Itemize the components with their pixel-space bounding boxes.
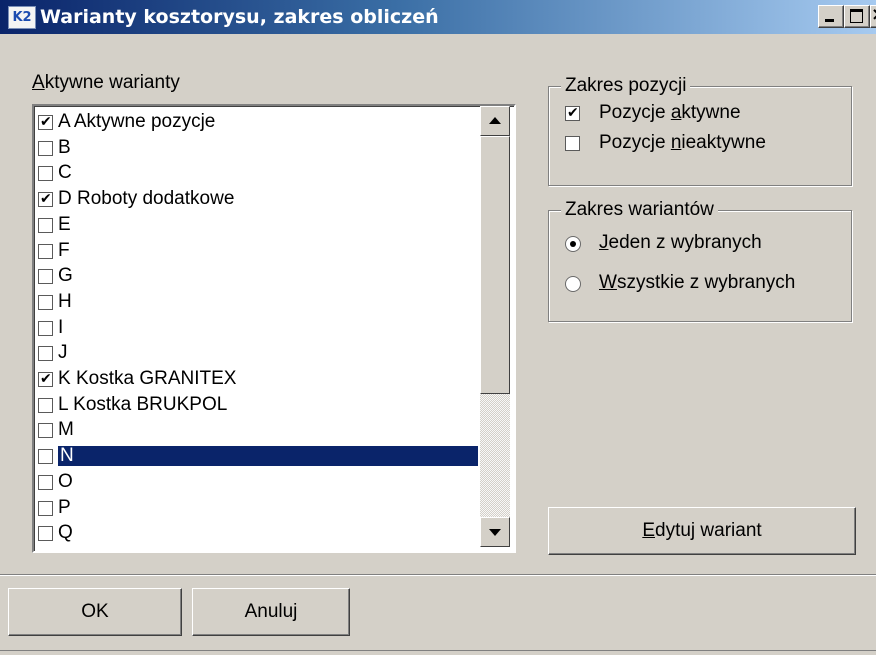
checkbox-box[interactable] bbox=[38, 397, 53, 413]
list-item-label: K Kostka GRANITEX bbox=[58, 368, 237, 389]
list-item[interactable]: N bbox=[38, 445, 479, 468]
list-item[interactable]: J bbox=[38, 343, 476, 363]
checkbox-box[interactable]: ✔ bbox=[38, 371, 53, 387]
arrow-up-icon bbox=[489, 117, 501, 124]
scroll-up-button[interactable] bbox=[480, 106, 510, 136]
list-item-label: E bbox=[58, 213, 71, 235]
checkbox-box[interactable]: ✔ bbox=[38, 114, 53, 130]
list-item-label: A Aktywne pozycje bbox=[58, 111, 216, 132]
variants-checklist[interactable]: ✔ A Aktywne pozycje B C ✔ D Roboty dodatkowe E… bbox=[32, 104, 516, 553]
checkbox-box[interactable] bbox=[38, 294, 53, 310]
list-item[interactable]: L Kostka BRUKPOL bbox=[38, 393, 476, 415]
list-item-label: N bbox=[57, 445, 479, 468]
edit-variant-button[interactable]: Edytuj wariant bbox=[548, 507, 856, 555]
checkbox-box[interactable] bbox=[38, 269, 53, 285]
scroll-down-button[interactable] bbox=[480, 517, 510, 547]
checkbox-box[interactable] bbox=[38, 526, 53, 542]
checkbox-box[interactable]: ✔ bbox=[565, 105, 580, 121]
list-item[interactable]: ✔ A Aktywne pozycje bbox=[38, 112, 476, 132]
list-item[interactable]: ✔ D Roboty dodatkowe bbox=[38, 189, 476, 209]
list-item[interactable]: O bbox=[38, 470, 476, 492]
radio-circle[interactable] bbox=[565, 236, 581, 252]
list-item-label: M bbox=[58, 419, 74, 441]
cancel-button[interactable]: Anuluj bbox=[192, 588, 350, 636]
list-item[interactable]: G bbox=[38, 266, 476, 286]
minimize-button[interactable] bbox=[818, 5, 844, 28]
variants-range-legend: Zakres wariantów bbox=[561, 199, 718, 221]
separator bbox=[0, 574, 876, 576]
checkbox-box[interactable] bbox=[38, 243, 53, 259]
window-title: Warianty kosztorysu, zakres obliczeń bbox=[40, 6, 439, 28]
list-scrollbar[interactable] bbox=[480, 106, 510, 547]
list-item[interactable]: I bbox=[38, 316, 476, 338]
checkbox-box[interactable] bbox=[38, 346, 53, 362]
list-item-label: O bbox=[58, 470, 73, 492]
ok-button[interactable]: OK bbox=[8, 588, 182, 636]
list-item-label: C bbox=[58, 162, 72, 184]
checkmark-icon: ✔ bbox=[40, 114, 52, 130]
checkbox-box[interactable] bbox=[38, 166, 53, 182]
list-item-label: F bbox=[58, 239, 70, 261]
all-of-selected-label: Wszystkie z wybranych bbox=[599, 272, 796, 293]
list-item-label: I bbox=[58, 316, 64, 338]
checkmark-icon: ✔ bbox=[40, 191, 52, 208]
list-item-label: P bbox=[58, 496, 71, 518]
list-item[interactable]: M bbox=[38, 420, 476, 440]
positions-range-legend: Zakres pozycji bbox=[561, 75, 691, 97]
checkbox-box[interactable] bbox=[38, 217, 53, 233]
list-item-label: D Roboty dodatkowe bbox=[58, 188, 235, 210]
checkbox-box[interactable] bbox=[38, 423, 53, 439]
inactive-positions-label: Pozycje nieaktywne bbox=[599, 132, 766, 153]
maximize-button[interactable] bbox=[844, 5, 870, 28]
list-item-label: H bbox=[58, 290, 72, 312]
checkbox-box[interactable] bbox=[38, 140, 53, 156]
radio-dot-icon bbox=[570, 241, 576, 247]
window-bottom-edge bbox=[0, 650, 876, 651]
list-item[interactable]: ✔ K Kostka GRANITEX bbox=[38, 369, 476, 389]
title-bar[interactable]: K2 Warianty kosztorysu, zakres obliczeń … bbox=[0, 0, 876, 34]
checkbox-box[interactable] bbox=[38, 449, 53, 465]
variants-range-group: Zakres wariantów Jeden z wybranych Wszys… bbox=[548, 199, 852, 322]
active-variants-label: Aktywne warianty bbox=[32, 72, 180, 93]
list-item[interactable]: F bbox=[38, 239, 476, 261]
maximize-icon bbox=[850, 9, 863, 23]
arrow-down-icon bbox=[489, 529, 501, 536]
close-button[interactable]: × bbox=[870, 5, 876, 28]
list-item[interactable]: C bbox=[38, 163, 476, 183]
checkbox-box[interactable] bbox=[38, 320, 53, 336]
one-of-selected-label: Jeden z wybranych bbox=[599, 232, 762, 253]
checkmark-icon: ✔ bbox=[40, 371, 52, 387]
scroll-thumb[interactable] bbox=[480, 136, 510, 394]
list-item-label: G bbox=[58, 265, 73, 287]
minimize-icon bbox=[825, 19, 834, 22]
list-item-label: B bbox=[58, 136, 71, 158]
list-item-label: Q bbox=[58, 522, 73, 544]
checkmark-icon: ✔ bbox=[567, 105, 579, 121]
list-item[interactable]: B bbox=[38, 136, 476, 158]
close-icon: × bbox=[871, 5, 876, 25]
radio-circle[interactable] bbox=[565, 276, 581, 292]
checkbox-box[interactable] bbox=[565, 136, 580, 151]
list-item[interactable]: P bbox=[38, 496, 476, 518]
list-item[interactable]: E bbox=[38, 213, 476, 235]
active-positions-label: Pozycje aktywne bbox=[599, 102, 741, 123]
list-item[interactable]: H bbox=[38, 290, 476, 312]
positions-range-group: Zakres pozycji ✔ Pozycje aktywne Pozycje… bbox=[548, 75, 852, 186]
checkbox-box[interactable]: ✔ bbox=[38, 191, 53, 208]
list-item-label: J bbox=[58, 342, 68, 364]
app-icon[interactable]: K2 bbox=[8, 6, 36, 29]
list-item[interactable]: Q bbox=[38, 523, 476, 543]
checkbox-box[interactable] bbox=[38, 500, 53, 516]
list-item-label: L Kostka BRUKPOL bbox=[58, 393, 228, 415]
checkbox-box[interactable] bbox=[38, 474, 53, 490]
